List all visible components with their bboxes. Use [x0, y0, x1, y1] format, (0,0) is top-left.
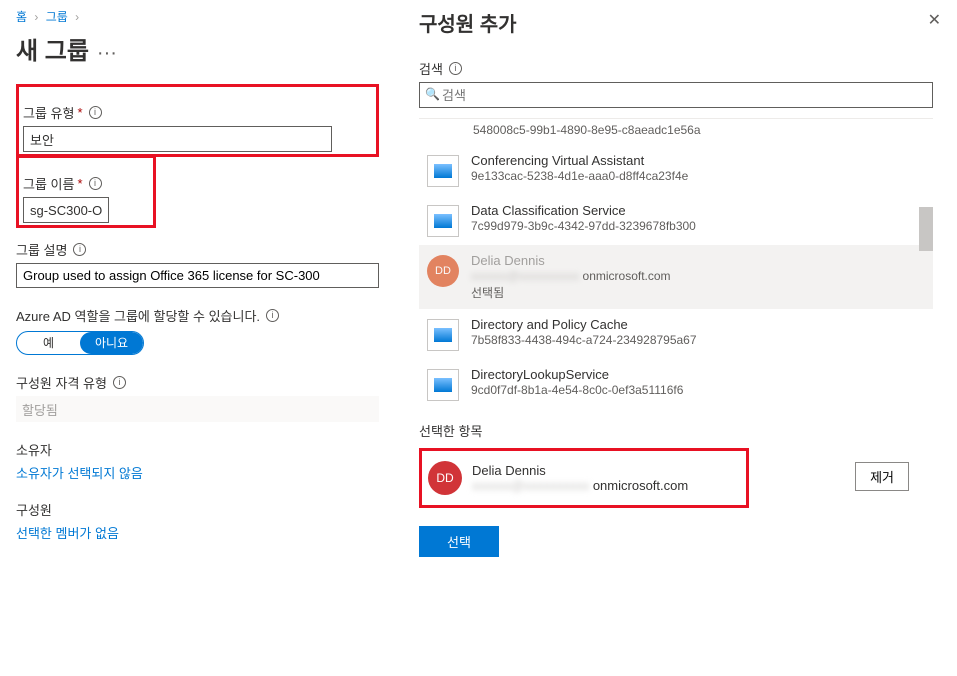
info-icon[interactable]: i: [113, 376, 126, 389]
group-desc-input[interactable]: [17, 264, 378, 287]
item-selected-text: 선택됨: [471, 284, 925, 301]
chevron-right-icon: ›: [75, 10, 79, 24]
item-sub: 9e133cac-5238-4d1e-aaa0-d8ff4ca23f4e: [471, 169, 925, 183]
item-name: Data Classification Service: [471, 203, 925, 218]
result-guid-partial: 548008c5-99b1-4890-8e95-c8aeadc1e56a: [419, 119, 933, 145]
item-sub: xxxxxx@xxxxxxxxxx onmicrosoft.com: [471, 269, 925, 283]
item-name: Conferencing Virtual Assistant: [471, 153, 925, 168]
search-input[interactable]: [419, 82, 933, 108]
info-icon[interactable]: i: [73, 243, 86, 256]
avatar: DD: [427, 255, 459, 287]
selected-item-name: Delia Dennis: [472, 463, 688, 478]
info-icon[interactable]: i: [266, 309, 279, 322]
new-group-panel: 홈 › 그룹 › 새 그룹··· 그룹 유형*i 그룹 이름*i: [0, 0, 395, 676]
item-sub: 9cd0f7df-8b1a-4e54-8c0c-0ef3a51116f6: [471, 383, 925, 397]
member-type-input: [16, 396, 379, 422]
item-sub: 7b58f833-4438-494c-a724-234928795a67: [471, 333, 925, 347]
label-group-desc: 그룹 설명i: [16, 240, 379, 259]
more-icon[interactable]: ···: [97, 42, 117, 64]
remove-button[interactable]: 제거: [855, 462, 909, 491]
list-item[interactable]: DirectoryLookupService 9cd0f7df-8b1a-4e5…: [419, 359, 933, 409]
app-icon: [427, 319, 459, 351]
label-search: 검색i: [419, 59, 933, 78]
select-button[interactable]: 선택: [419, 526, 499, 557]
label-member-type: 구성원 자격 유형i: [16, 373, 379, 392]
label-members: 구성원: [16, 500, 379, 519]
selected-item: DD Delia Dennis xxxxxx@xxxxxxxxxx onmicr…: [419, 448, 749, 508]
page-title: 새 그룹···: [16, 31, 379, 66]
highlight-group-type: 그룹 유형*i: [16, 84, 379, 157]
app-icon: [427, 155, 459, 187]
list-item[interactable]: Directory and Policy Cache 7b58f833-4438…: [419, 309, 933, 359]
scrollbar[interactable]: [919, 207, 933, 251]
close-icon[interactable]: ✕: [928, 10, 941, 30]
item-sub: 7c99d979-3b9c-4342-97dd-3239678fb300: [471, 219, 925, 233]
members-link[interactable]: 선택한 멤버가 없음: [16, 523, 379, 542]
panel-title: 구성원 추가: [419, 8, 933, 37]
selected-items: 선택한 항목 DD Delia Dennis xxxxxx@xxxxxxxxxx…: [419, 421, 933, 508]
avatar: DD: [428, 461, 462, 495]
breadcrumb: 홈 › 그룹 ›: [16, 8, 379, 25]
toggle-no[interactable]: 아니요: [80, 332, 143, 354]
aad-role-toggle[interactable]: 예 아니요: [16, 331, 144, 355]
add-members-panel: ✕ 구성원 추가 검색i 🔍 548008c5-99b1-4890-8e95-c…: [395, 0, 957, 676]
highlight-group-name: 그룹 이름*i: [16, 155, 156, 228]
label-aad-role: Azure AD 역할을 그룹에 할당할 수 있습니다.i: [16, 306, 379, 325]
app-icon: [427, 205, 459, 237]
selected-item-sub: xxxxxx@xxxxxxxxxx onmicrosoft.com: [472, 478, 688, 493]
owners-link[interactable]: 소유자가 선택되지 않음: [16, 463, 379, 482]
label-group-type: 그룹 유형*i: [23, 103, 332, 122]
breadcrumb-groups[interactable]: 그룹: [46, 10, 68, 24]
label-group-name: 그룹 이름*i: [23, 174, 109, 193]
chevron-right-icon: ›: [34, 10, 38, 24]
search-results: 548008c5-99b1-4890-8e95-c8aeadc1e56a Con…: [419, 118, 933, 409]
group-name-input[interactable]: [23, 197, 109, 223]
app-icon: [427, 369, 459, 401]
group-desc-box: [16, 263, 379, 288]
list-item[interactable]: Conferencing Virtual Assistant 9e133cac-…: [419, 145, 933, 195]
info-icon[interactable]: i: [449, 62, 462, 75]
info-icon[interactable]: i: [89, 177, 102, 190]
item-name: Directory and Policy Cache: [471, 317, 925, 332]
toggle-yes[interactable]: 예: [17, 332, 80, 354]
item-name: DirectoryLookupService: [471, 367, 925, 382]
info-icon[interactable]: i: [89, 106, 102, 119]
label-owners: 소유자: [16, 440, 379, 459]
selected-header: 선택한 항목: [419, 421, 933, 440]
breadcrumb-home[interactable]: 홈: [16, 10, 27, 24]
list-item[interactable]: Data Classification Service 7c99d979-3b9…: [419, 195, 933, 245]
group-type-input[interactable]: [23, 126, 332, 152]
search-icon: 🔍: [425, 87, 440, 101]
list-item-selected[interactable]: DD Delia Dennis xxxxxx@xxxxxxxxxx onmicr…: [419, 245, 933, 309]
item-name: Delia Dennis: [471, 253, 925, 268]
